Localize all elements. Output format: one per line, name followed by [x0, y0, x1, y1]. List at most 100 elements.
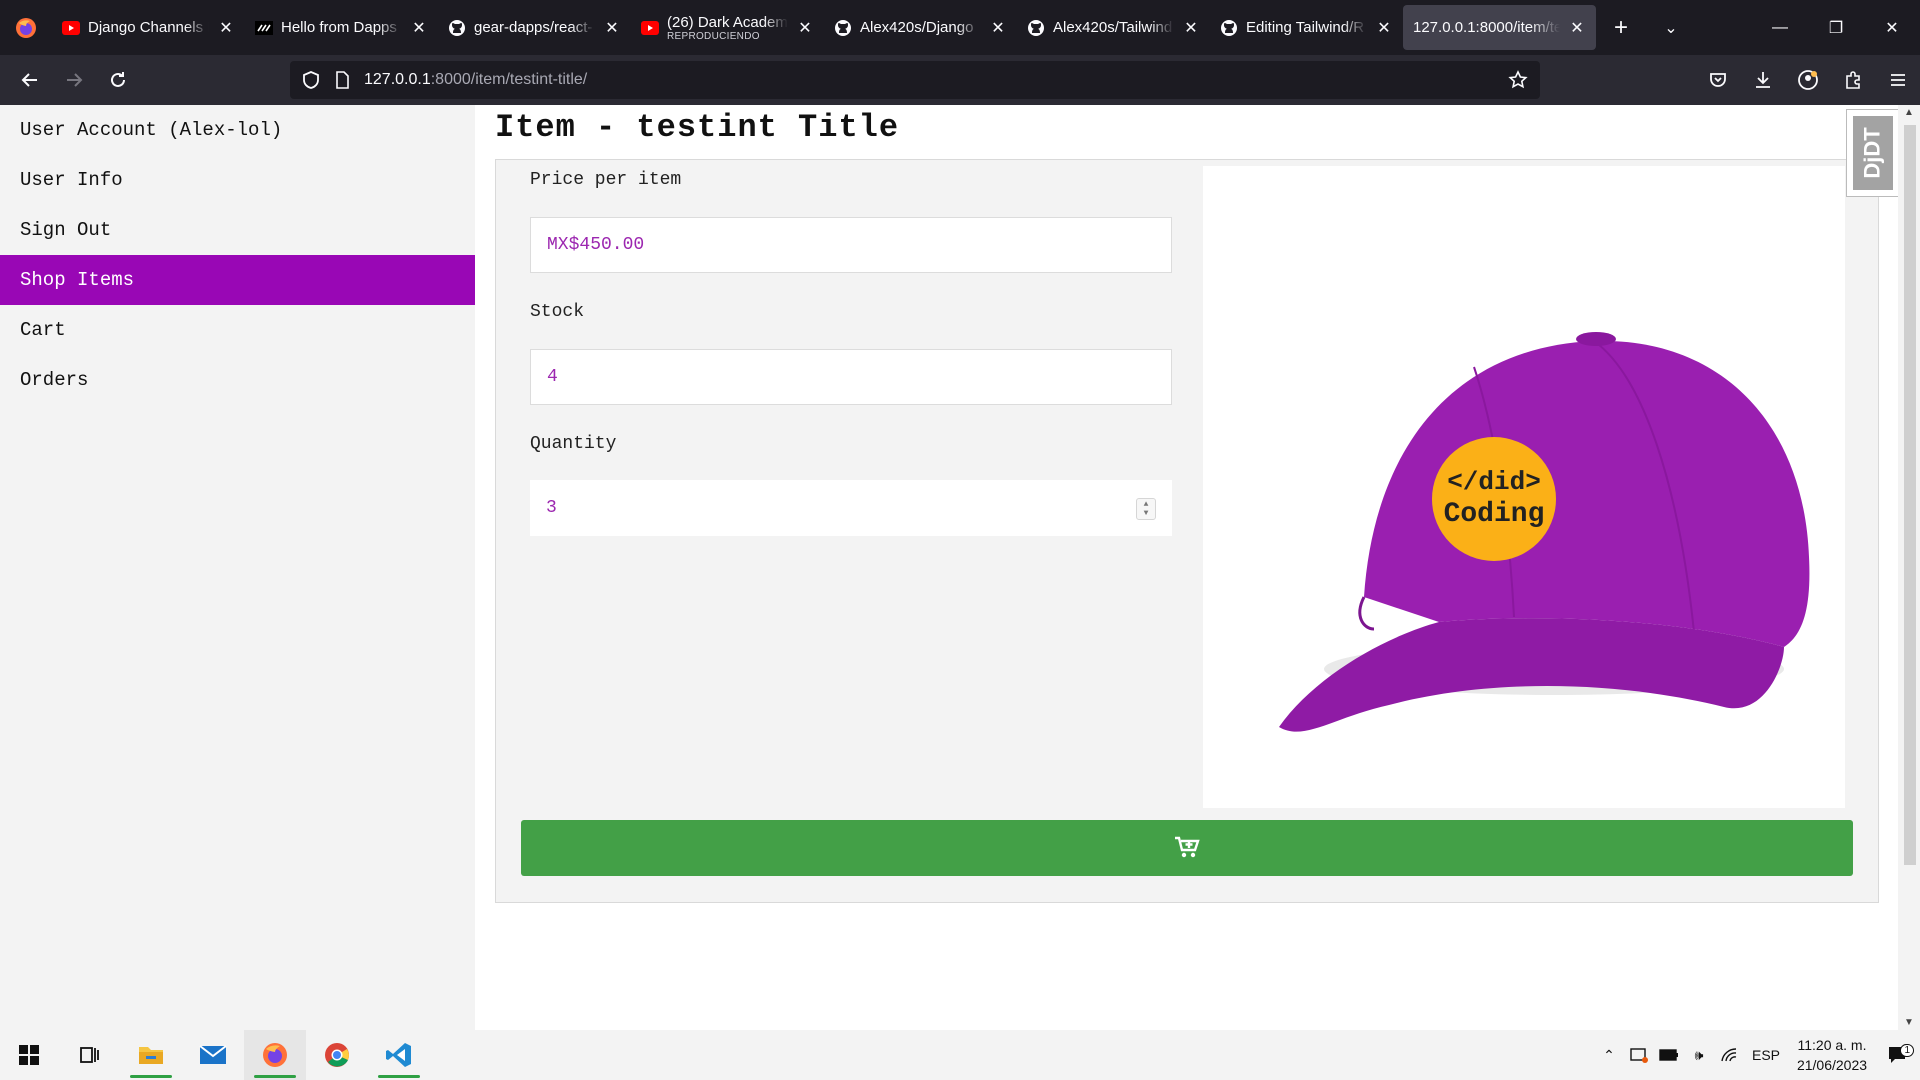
close-tab-icon[interactable]: ✕	[1568, 18, 1586, 38]
chevron-down-icon: ⌄	[1664, 19, 1678, 37]
github-icon	[1220, 19, 1238, 37]
stock-field[interactable]: 4	[530, 349, 1172, 405]
tray-chevron-up-icon[interactable]: ⌃	[1594, 1047, 1624, 1064]
forward-button[interactable]	[52, 60, 96, 100]
chrome-icon	[325, 1043, 349, 1067]
browser-tab-8[interactable]: 127.0.0.1:8000/item/te ✕	[1403, 5, 1596, 50]
browser-tab-7[interactable]: Editing Tailwind/R ✕	[1210, 0, 1403, 55]
close-tab-icon[interactable]: ✕	[796, 18, 814, 38]
notification-count: 1	[1900, 1044, 1914, 1057]
chevron-up-icon[interactable]: ▲	[1144, 500, 1149, 509]
youtube-icon	[62, 19, 80, 37]
scroll-up-icon[interactable]: ▲	[1902, 107, 1916, 118]
close-window-button[interactable]: ✕	[1864, 0, 1920, 55]
django-debug-toolbar-handle[interactable]: DjDT	[1846, 109, 1898, 197]
tab-playing-label: REPRODUCIENDO	[667, 30, 760, 42]
pocket-button[interactable]	[1695, 70, 1740, 90]
scroll-thumb[interactable]	[1904, 125, 1916, 865]
close-tab-icon[interactable]: ✕	[989, 18, 1007, 38]
close-tab-icon[interactable]: ✕	[1182, 18, 1200, 38]
shield-icon[interactable]	[302, 70, 320, 90]
sidebar-item-shop-items[interactable]: Shop Items	[0, 255, 475, 305]
windows-icon	[19, 1045, 39, 1065]
input-language[interactable]: ESP	[1744, 1047, 1788, 1063]
taskbar-vscode[interactable]	[368, 1030, 430, 1080]
url-path: :8000/item/testint-title/	[430, 71, 588, 88]
notifications-button[interactable]: 1	[1876, 1044, 1920, 1065]
wifi-icon[interactable]	[1714, 1047, 1744, 1063]
quantity-stepper[interactable]: 3 ▲ ▼	[530, 480, 1172, 536]
quantity-label: Quantity	[530, 434, 617, 454]
add-to-cart-button[interactable]	[521, 820, 1853, 876]
price-field[interactable]: MX$450.00	[530, 217, 1172, 273]
reload-button[interactable]	[96, 60, 140, 100]
tab-title: (26) Dark Academ REPRODUCIENDO	[667, 14, 788, 42]
firefox-view-button[interactable]	[0, 0, 52, 55]
price-label: Price per item	[530, 170, 682, 190]
tab-title-text: (26) Dark Academ	[667, 13, 788, 31]
close-tab-icon[interactable]: ✕	[410, 18, 428, 38]
price-value: MX$450.00	[547, 235, 645, 255]
bookmark-star-icon[interactable]	[1508, 70, 1528, 90]
sidebar-item-orders[interactable]: Orders	[0, 355, 475, 405]
clock-date: 21/06/2023	[1796, 1057, 1868, 1073]
minimize-button[interactable]: —	[1752, 0, 1808, 55]
djdt-label: DjDT	[1859, 127, 1885, 179]
browser-tab-6[interactable]: Alex420s/Tailwind ✕	[1017, 0, 1210, 55]
download-icon	[1755, 72, 1770, 88]
start-button[interactable]	[0, 1030, 58, 1080]
app-menu-button[interactable]	[1875, 70, 1920, 90]
pocket-icon	[1709, 73, 1726, 87]
close-icon: ✕	[1885, 19, 1899, 37]
taskbar-firefox[interactable]	[244, 1030, 306, 1080]
account-button[interactable]	[1785, 69, 1830, 91]
arrow-right-icon	[67, 73, 83, 87]
close-tab-icon[interactable]: ✕	[603, 18, 621, 38]
close-tab-icon[interactable]: ✕	[1375, 18, 1393, 38]
reload-icon	[111, 72, 125, 87]
sidebar-item-cart[interactable]: Cart	[0, 305, 475, 355]
extensions-button[interactable]	[1830, 70, 1875, 90]
stock-value: 4	[547, 367, 558, 387]
browser-nav-bar: 127.0.0.1:8000/item/testint-title/	[0, 55, 1920, 105]
browser-tab-5[interactable]: Alex420s/Django ✕	[824, 0, 1017, 55]
back-button[interactable]	[8, 60, 52, 100]
quantity-spinner[interactable]: ▲ ▼	[1136, 498, 1156, 520]
sidebar-item-user-info[interactable]: User Info	[0, 155, 475, 205]
scroll-down-icon[interactable]: ▼	[1902, 1017, 1916, 1028]
page-icon[interactable]	[334, 70, 350, 90]
page-scrollbar[interactable]: ▲ ▼	[1898, 105, 1920, 1030]
defender-icon[interactable]	[1624, 1047, 1654, 1063]
url-text[interactable]: 127.0.0.1:8000/item/testint-title/	[364, 71, 1494, 89]
browser-tab-3[interactable]: gear-dapps/react- ✕	[438, 0, 631, 55]
new-tab-button[interactable]: +	[1596, 0, 1646, 55]
sidebar-item-user-account[interactable]: User Account (Alex-lol)	[0, 105, 475, 155]
tab-title: gear-dapps/react-	[474, 19, 593, 36]
github-icon	[1027, 19, 1045, 37]
browser-tab-4[interactable]: (26) Dark Academ REPRODUCIENDO ✕	[631, 0, 824, 55]
browser-tab-1[interactable]: Django Channels F ✕	[52, 0, 245, 55]
youtube-icon	[641, 19, 659, 37]
browser-tab-2[interactable]: Hello from Dapps ✕	[245, 0, 438, 55]
chevron-down-icon[interactable]: ▼	[1144, 509, 1149, 518]
taskbar-chrome[interactable]	[306, 1030, 368, 1080]
restore-icon: ❐	[1828, 19, 1844, 37]
taskbar-file-explorer[interactable]	[120, 1030, 182, 1080]
tab-title: Editing Tailwind/R	[1246, 19, 1365, 36]
sidebar-item-sign-out[interactable]: Sign Out	[0, 205, 475, 255]
taskbar-mail[interactable]	[182, 1030, 244, 1080]
list-all-tabs-button[interactable]: ⌄	[1646, 0, 1696, 55]
close-tab-icon[interactable]: ✕	[217, 18, 235, 38]
item-image: </did> Coding	[1203, 166, 1845, 808]
sidebar: User Account (Alex-lol) User Info Sign O…	[0, 105, 475, 1030]
clock[interactable]: 11:20 a. m. 21/06/2023	[1788, 1035, 1876, 1075]
battery-icon[interactable]	[1654, 1049, 1684, 1061]
address-bar[interactable]: 127.0.0.1:8000/item/testint-title/	[290, 61, 1540, 99]
downloads-button[interactable]	[1740, 70, 1785, 90]
item-card: Price per item MX$450.00 Stock 4 Quantit…	[495, 159, 1879, 903]
task-view-button[interactable]	[58, 1030, 120, 1080]
hamburger-icon	[1890, 74, 1905, 86]
cap-illustration: </did> Coding	[1279, 332, 1810, 732]
restore-button[interactable]: ❐	[1808, 0, 1864, 55]
volume-icon[interactable]: 🕪	[1684, 1047, 1714, 1064]
